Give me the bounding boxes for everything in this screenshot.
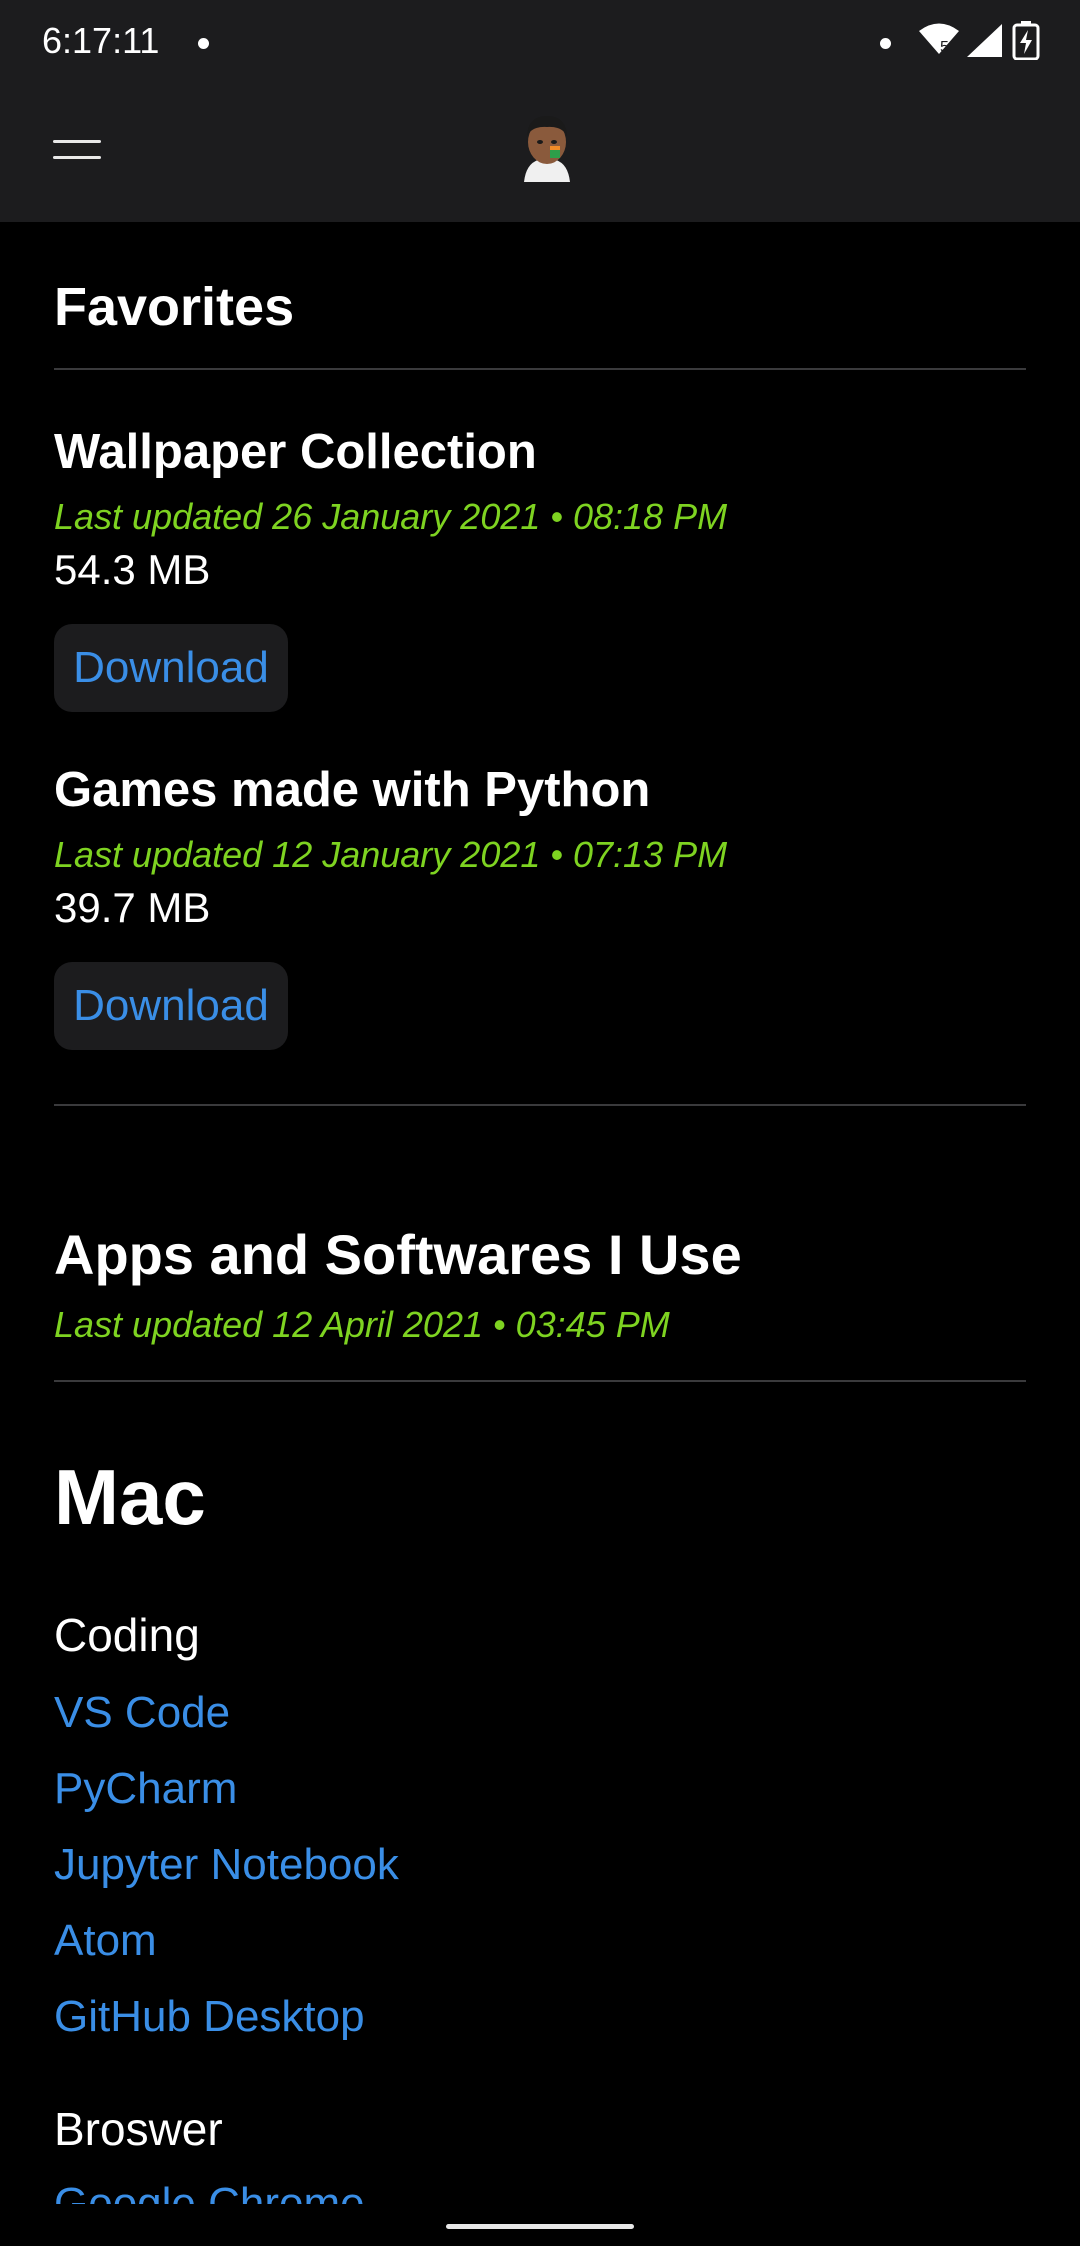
app-link-vs-code[interactable]: VS Code (54, 1688, 230, 1738)
profile-avatar[interactable] (518, 112, 576, 182)
item-title: Games made with Python (54, 763, 651, 817)
download-button[interactable]: Download (54, 962, 288, 1050)
wifi-icon: 5 (919, 23, 959, 56)
signal-icon (967, 24, 1002, 57)
app-link-jupyter-notebook[interactable]: Jupyter Notebook (54, 1840, 399, 1890)
hamburger-menu-icon[interactable] (40, 126, 110, 186)
status-dot-icon (880, 38, 891, 49)
platform-title: Mac (54, 1453, 206, 1541)
app-link-atom[interactable]: Atom (54, 1916, 157, 1966)
divider (54, 1104, 1026, 1106)
category-title: Coding (54, 1609, 200, 1661)
item-updated: Last updated 26 January 2021 • 08:18 PM (54, 496, 728, 537)
app-link-google-chrome[interactable]: Google Chrome (54, 2182, 365, 2204)
item-title: Wallpaper Collection (54, 425, 537, 479)
app-link-github-desktop[interactable]: GitHub Desktop (54, 1992, 365, 2042)
status-time: 6:17:11 (42, 20, 160, 61)
app-link-pycharm[interactable]: PyCharm (54, 1764, 237, 1814)
item-updated: Last updated 12 January 2021 • 07:13 PM (54, 834, 728, 875)
item-size: 54.3 MB (54, 546, 211, 593)
apps-section-title: Apps and Softwares I Use (54, 1223, 742, 1286)
app-header (0, 90, 1080, 222)
divider (54, 1380, 1026, 1382)
divider (54, 368, 1026, 370)
status-bar: 6:17:11 5 (0, 0, 1080, 90)
category-title: Broswer (54, 2103, 223, 2155)
home-indicator (446, 2224, 634, 2229)
download-button[interactable]: Download (54, 624, 288, 712)
wifi-label: 5 (940, 39, 949, 56)
favorites-title: Favorites (54, 277, 295, 337)
item-size: 39.7 MB (54, 884, 211, 931)
battery-charging-icon (1012, 21, 1040, 60)
notification-dot-icon (198, 38, 209, 49)
apps-updated: Last updated 12 April 2021 • 03:45 PM (54, 1304, 670, 1345)
